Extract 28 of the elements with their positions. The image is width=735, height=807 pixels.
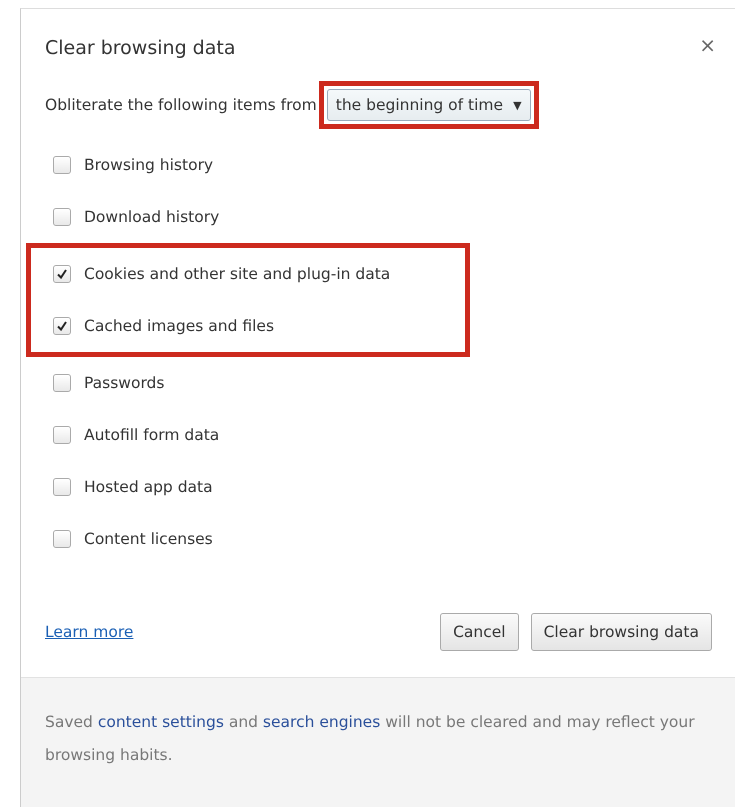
- checkbox[interactable]: [53, 317, 71, 335]
- checkbox-label: Download history: [84, 208, 220, 226]
- checkbox[interactable]: [53, 374, 71, 392]
- checkbox-label: Passwords: [84, 374, 164, 392]
- checkbox[interactable]: [53, 156, 71, 174]
- checkbox-label: Browsing history: [84, 156, 214, 174]
- checkmark-icon: [56, 268, 68, 280]
- checkbox[interactable]: [53, 426, 71, 444]
- checkmark-icon: [56, 320, 68, 332]
- clear-data-button[interactable]: Clear browsing data: [530, 613, 712, 651]
- checkbox[interactable]: [53, 530, 71, 548]
- cancel-button[interactable]: Cancel: [440, 613, 519, 651]
- checkbox-label: Hosted app data: [84, 478, 213, 496]
- checkbox-label: Autofill form data: [84, 426, 220, 444]
- dialog-title: Clear browsing data: [45, 37, 236, 59]
- checkbox-label: Cookies and other site and plug-in data: [84, 265, 390, 283]
- settings-link[interactable]: content settings: [98, 713, 224, 731]
- time-range-dropdown[interactable]: the beginning of time ▼: [326, 89, 531, 121]
- checkbox-label: Content licenses: [84, 530, 213, 548]
- checkbox[interactable]: [53, 478, 71, 496]
- checkbox[interactable]: [53, 265, 71, 283]
- close-button[interactable]: ×: [699, 33, 716, 57]
- footer-note: Saved content settings and search engines will not be cleared and may reflect your browsing habits.: [45, 712, 696, 766]
- learn-more-link[interactable]: Learn more: [45, 623, 428, 641]
- range-label: Obliterate the following items from: [45, 96, 317, 114]
- checkbox-label: Cached images and files: [84, 317, 274, 335]
- checkbox[interactable]: [53, 208, 71, 226]
- settings-link[interactable]: search engines: [262, 713, 380, 731]
